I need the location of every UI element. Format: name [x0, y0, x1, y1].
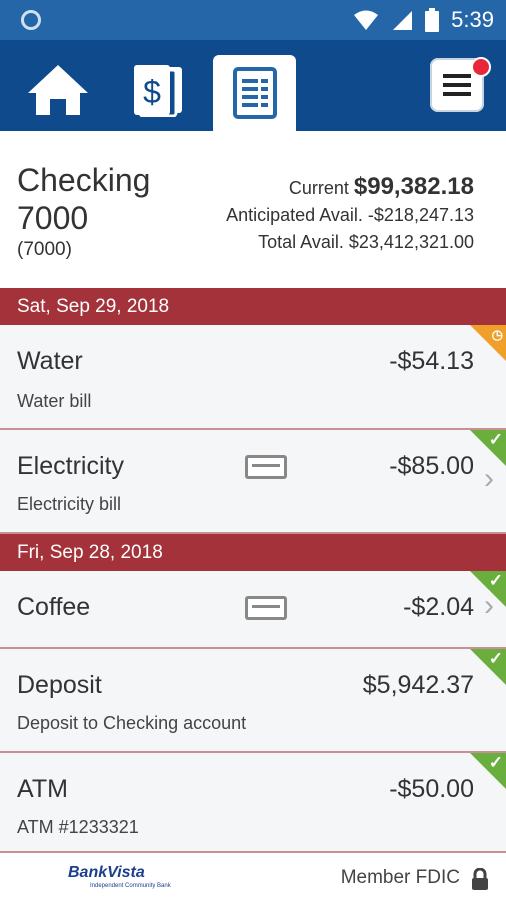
transaction-amount: -$85.00 — [389, 452, 474, 480]
total-balance: Total Avail. $23,412,321.00 — [258, 232, 474, 253]
transaction-row-electricity[interactable]: Electricity Electricity bill -$85.00 › ✓ — [0, 430, 506, 534]
wifi-icon — [354, 10, 379, 30]
footer: BankVista Independent Community Bank Mem… — [0, 853, 506, 900]
card-icon — [245, 596, 287, 620]
date-label: Sat, Sep 29, 2018 — [17, 296, 170, 317]
check-icon: ✓ — [488, 753, 503, 772]
tab-home[interactable] — [22, 55, 94, 131]
transaction-name: ATM — [17, 775, 68, 803]
bank-logo-tagline: Independent Community Bank — [90, 883, 171, 889]
notification-circle-icon — [21, 10, 41, 30]
hamburger-menu-icon — [443, 74, 471, 96]
transaction-amount: -$2.04 — [403, 593, 474, 621]
anticipated-value: -$218,247.13 — [367, 205, 474, 225]
account-number: (7000) — [17, 239, 72, 260]
svg-text:$: $ — [143, 74, 161, 110]
transaction-row-water[interactable]: Water Water bill -$54.13 ◷ — [0, 325, 506, 430]
check-icon: ✓ — [488, 649, 503, 668]
transaction-name: Electricity — [17, 452, 124, 480]
date-header: Fri, Sep 28, 2018 — [0, 534, 506, 571]
current-balance: Current $99,382.18 — [289, 173, 474, 201]
total-label: Total Avail. — [258, 232, 344, 252]
transaction-amount: $5,942.37 — [362, 671, 474, 699]
anticipated-label: Anticipated Avail. — [226, 205, 363, 225]
total-value: $23,412,321.00 — [348, 232, 474, 252]
clock-icon: ◷ — [491, 327, 503, 342]
account-name: Checking 7000 — [17, 162, 151, 236]
notification-badge — [471, 57, 491, 77]
transaction-description: Deposit to Checking account — [17, 713, 247, 733]
current-label: Current — [288, 178, 349, 198]
date-label: Fri, Sep 28, 2018 — [17, 542, 163, 563]
check-icon: ✓ — [488, 571, 503, 590]
transaction-name: Deposit — [17, 671, 102, 699]
transaction-name: Coffee — [17, 593, 91, 621]
card-icon — [245, 455, 287, 479]
status-bar: 5:39 — [0, 0, 506, 40]
account-summary: Checking 7000 (7000) Current $99,382.18 … — [0, 131, 506, 288]
transaction-row-atm[interactable]: ATM ATM #1233321 -$50.00 ✓ — [0, 753, 506, 853]
transaction-row-coffee[interactable]: Coffee -$2.04 › ✓ — [0, 571, 506, 649]
anticipated-balance: Anticipated Avail. -$218,247.13 — [226, 205, 474, 226]
date-header: Sat, Sep 29, 2018 — [0, 288, 506, 325]
signal-icon — [393, 11, 413, 30]
transaction-description: Electricity bill — [17, 494, 122, 514]
member-fdic-text: Member FDIC — [340, 867, 460, 888]
tab-transactions[interactable] — [213, 55, 296, 131]
chevron-right-icon: › — [484, 462, 494, 495]
transaction-name: Water — [17, 347, 83, 375]
home-icon — [28, 65, 88, 115]
transaction-amount: -$50.00 — [389, 775, 474, 803]
lock-icon — [472, 868, 488, 890]
current-value: $99,382.18 — [353, 173, 474, 200]
check-icon: ✓ — [488, 430, 503, 449]
status-time: 5:39 — [451, 7, 494, 32]
transaction-description: ATM #1233321 — [17, 817, 139, 837]
tab-accounts[interactable]: $ — [126, 55, 190, 131]
transactions-list-icon — [233, 67, 277, 119]
bank-logo: BankVista — [68, 864, 145, 881]
transaction-description: Water bill — [17, 391, 92, 411]
transaction-row-deposit[interactable]: Deposit Deposit to Checking account $5,9… — [0, 649, 506, 753]
accounts-dollar-icon: $ — [134, 65, 182, 117]
transaction-amount: -$54.13 — [389, 347, 474, 375]
battery-icon — [425, 8, 440, 32]
